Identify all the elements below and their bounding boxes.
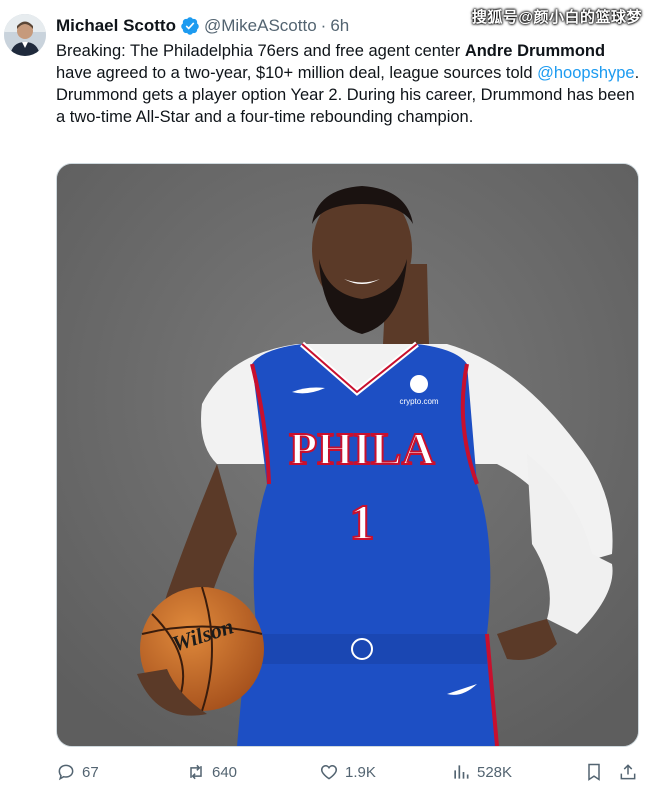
separator-dot: · <box>320 16 327 35</box>
reply-icon <box>58 764 74 781</box>
share-button[interactable] <box>618 760 638 784</box>
repost-count: 640 <box>212 763 238 781</box>
jersey-wordmark: PHILA <box>289 423 435 474</box>
tweet-header: Michael Scotto @MikeAScotto · 6h <box>56 14 349 38</box>
like-count: 1.9K <box>345 763 376 781</box>
tweet-card: Michael Scotto @MikeAScotto · 6h 搜狐号@颜小白… <box>0 0 654 792</box>
tweet-timestamp[interactable]: 6h <box>330 16 349 36</box>
bookmark-icon <box>588 763 600 781</box>
views-chart-icon <box>454 765 469 779</box>
like-button[interactable]: 1.9K <box>319 760 376 784</box>
mention-link[interactable]: @hoopshype <box>537 64 635 82</box>
tweet-text: Breaking: The Philadelphia 76ers and fre… <box>56 40 641 128</box>
watermark: 搜狐号@颜小白的篮球梦 <box>471 9 642 26</box>
player-photo: crypto.com PHILA 1 Wilson <box>57 164 638 746</box>
views-button[interactable]: 528K <box>451 760 512 784</box>
author-name[interactable]: Michael Scotto <box>56 16 176 36</box>
jersey-number: 1 <box>350 494 375 550</box>
repost-icon <box>190 764 202 780</box>
repost-button[interactable]: 640 <box>186 760 237 784</box>
verified-badge-icon <box>181 17 199 35</box>
tweet-media-photo[interactable]: crypto.com PHILA 1 Wilson <box>56 163 639 747</box>
author-handle[interactable]: @MikeAScotto <box>204 16 317 36</box>
tweet-text-bold-name: Andre Drummond <box>464 42 606 60</box>
heart-icon <box>320 764 338 780</box>
tweet-actions: 67 640 1.9K 528K <box>56 760 641 784</box>
bookmark-button[interactable] <box>584 760 604 784</box>
reply-count: 67 <box>82 763 99 781</box>
avatar[interactable] <box>4 14 46 56</box>
tweet-text-part: Breaking: The Philadelphia 76ers and fre… <box>56 42 465 60</box>
sponsor-patch-label: crypto.com <box>399 397 438 406</box>
tweet-text-part: have agreed to a two-year, $10+ million … <box>56 64 538 82</box>
reply-button[interactable]: 67 <box>56 760 99 784</box>
share-icon <box>620 764 636 780</box>
views-count: 528K <box>477 763 513 781</box>
avatar-image <box>4 14 46 56</box>
